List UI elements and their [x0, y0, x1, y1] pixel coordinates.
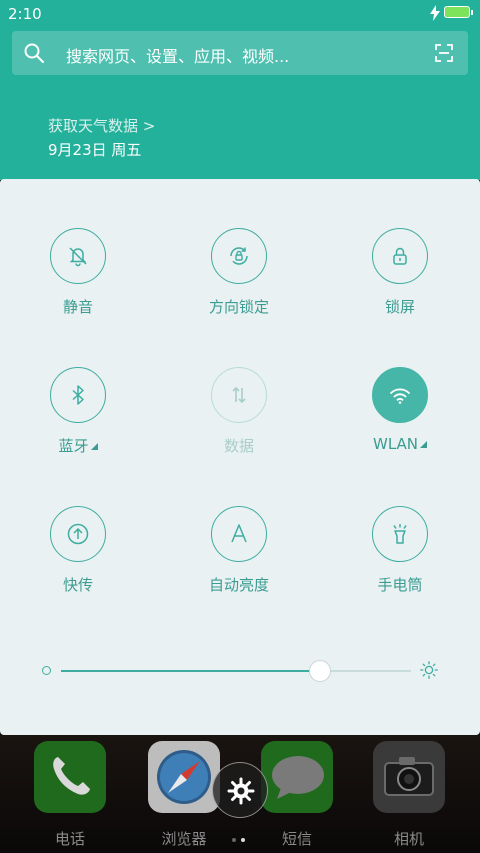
battery-icon: [444, 6, 473, 18]
app-phone[interactable]: 电话: [32, 741, 108, 848]
settings-button[interactable]: [212, 762, 268, 818]
status-time: 2:10: [8, 5, 42, 23]
app-browser[interactable]: 浏览器: [146, 741, 222, 848]
toggle-label: 方向锁定: [208, 298, 269, 316]
toggle-label: 自动亮度: [208, 576, 269, 594]
brightness-slider[interactable]: [40, 652, 440, 688]
toggle-bluetooth[interactable]: 蓝牙: [19, 367, 139, 477]
brightness-knob[interactable]: [309, 660, 331, 682]
app-messages[interactable]: 短信: [259, 741, 335, 848]
rotation-lock-icon: [230, 247, 248, 265]
wifi-icon: [390, 388, 410, 404]
toggle-label: 快传: [62, 576, 93, 594]
toggle-label: WLAN: [372, 435, 418, 453]
messages-icon: [261, 741, 333, 813]
brightness-fill: [61, 670, 320, 672]
app-label: 电话: [54, 830, 85, 848]
toggle-label: 手电筒: [377, 576, 423, 594]
search-icon: [24, 43, 44, 63]
toggle-label: 锁屏: [384, 298, 415, 316]
more-options-icon[interactable]: [90, 443, 98, 450]
toggle-rotation-lock[interactable]: 方向锁定: [180, 228, 300, 338]
app-label: 相机: [393, 830, 424, 848]
date-label: 9月23日 周五: [48, 141, 142, 159]
weather-widget[interactable]: 获取天气数据 > 9月23日 周五: [48, 115, 155, 160]
weather-link[interactable]: 获取天气数据 >: [48, 115, 155, 136]
flashlight-icon: [393, 524, 407, 544]
brightness-high-icon: [420, 661, 438, 679]
charging-bolt-icon: [430, 5, 440, 21]
toggle-label: 数据: [223, 437, 254, 455]
scan-icon[interactable]: [435, 44, 453, 62]
phone-icon: [34, 741, 106, 813]
app-label: 短信: [281, 830, 312, 848]
toggle-mobile-data[interactable]: 数据: [180, 367, 300, 477]
browser-compass-icon: [148, 741, 220, 813]
lock-icon: [393, 247, 407, 265]
page-indicator: [232, 827, 250, 846]
mobile-data-icon: [232, 386, 246, 404]
toggle-silent[interactable]: 静音: [19, 228, 139, 338]
gear-icon: [227, 777, 255, 805]
app-label: 浏览器: [161, 830, 207, 848]
status-bar: 2:10: [0, 0, 480, 28]
bell-off-icon: [69, 247, 87, 267]
brightness-track[interactable]: [61, 660, 411, 682]
toggle-lock-screen[interactable]: 锁屏: [341, 228, 461, 338]
toggle-wlan[interactable]: WLAN: [341, 367, 461, 477]
toggle-quick-transfer[interactable]: 快传: [19, 506, 139, 616]
auto-brightness-icon: [231, 524, 247, 543]
camera-icon: [373, 741, 445, 813]
brightness-low-icon: [42, 666, 51, 675]
page-dot: [232, 838, 236, 842]
more-options-icon[interactable]: [420, 441, 427, 448]
quick-transfer-icon: [67, 523, 89, 545]
search-bar[interactable]: 搜索网页、设置、应用、视频...: [12, 31, 468, 75]
toggle-flashlight[interactable]: 手电筒: [341, 506, 461, 616]
app-camera[interactable]: 相机: [371, 741, 447, 848]
toggle-label: 静音: [62, 298, 93, 316]
toggle-auto-brightness[interactable]: 自动亮度: [180, 506, 300, 616]
bluetooth-icon: [72, 385, 84, 405]
page-dot-active: [241, 838, 245, 842]
search-input[interactable]: 搜索网页、设置、应用、视频...: [66, 43, 289, 67]
toggle-label: 蓝牙: [58, 437, 89, 455]
